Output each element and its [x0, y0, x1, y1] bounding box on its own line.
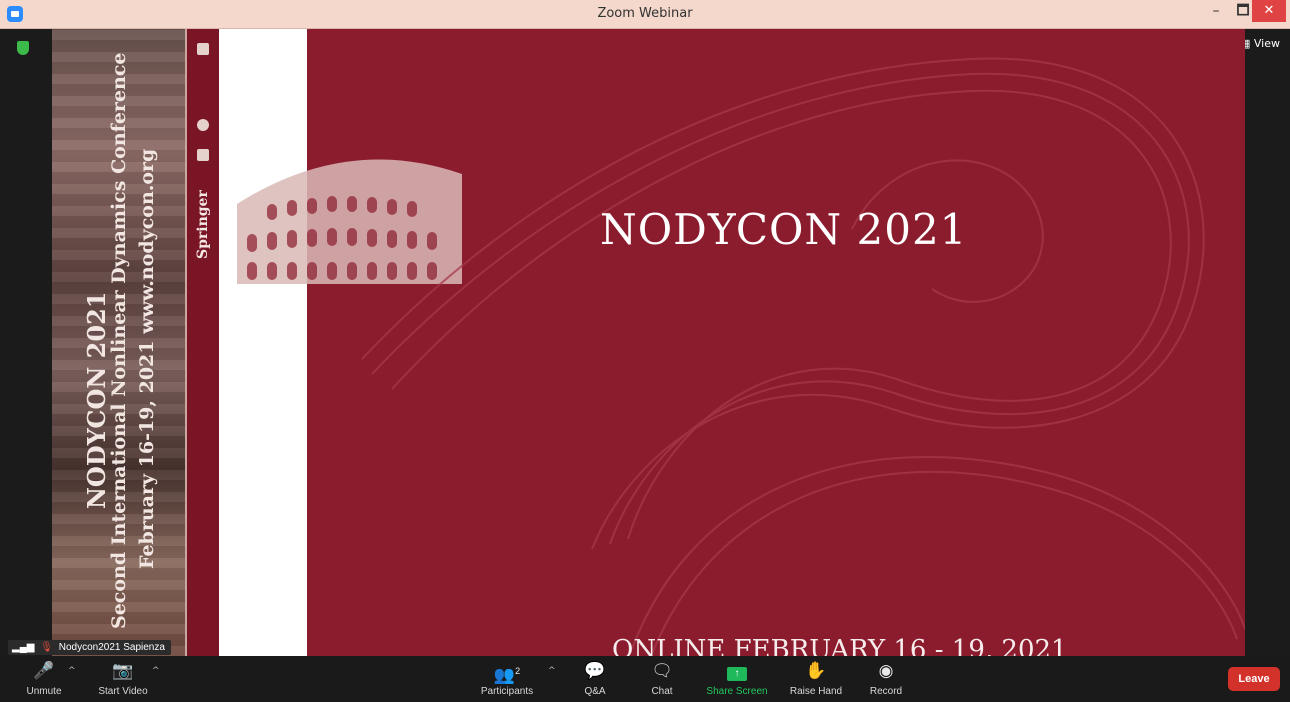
sponsor-logo-icon	[197, 43, 209, 55]
qa-button[interactable]: 💬 Q&A	[578, 660, 612, 697]
sponsor-name: Springer	[195, 190, 211, 259]
shared-screen-stage: ▦ View NODYCON 2021 Second International…	[0, 29, 1290, 656]
qa-icon: 💬	[584, 661, 606, 680]
vertical-line-2: Second International Nonlinear Dynamics …	[108, 52, 130, 629]
sponsor-logo-icon	[197, 149, 209, 161]
unmute-button[interactable]: 🎤 Unmute	[22, 660, 66, 697]
slide-title: NODYCON 2021	[600, 205, 968, 254]
security-shield-icon[interactable]	[17, 41, 29, 55]
qa-label: Q&A	[584, 686, 606, 697]
share-screen-button[interactable]: ↑ Share Screen	[703, 660, 771, 697]
minimize-button[interactable]: –	[1202, 0, 1230, 22]
view-label: View	[1253, 37, 1280, 50]
record-icon: ◉	[878, 661, 894, 680]
participants-button[interactable]: 👥2 Participants	[477, 660, 537, 697]
close-button[interactable]: ✕	[1252, 0, 1286, 22]
video-options-chevron-icon[interactable]: ^	[152, 666, 160, 676]
participant-name: Nodycon2021 Sapienza	[58, 642, 165, 653]
participants-icon: 👥2	[493, 665, 521, 685]
start-video-label: Start Video	[98, 686, 148, 697]
share-screen-icon: ↑	[703, 660, 771, 682]
share-screen-label: Share Screen	[706, 686, 768, 697]
leave-button[interactable]: Leave	[1228, 667, 1280, 691]
university-seal-icon	[197, 119, 209, 131]
unmute-label: Unmute	[26, 686, 62, 697]
participants-label: Participants	[480, 686, 534, 697]
raise-hand-button[interactable]: ✋ Raise Hand	[787, 660, 845, 697]
presentation-slide: NODYCON 2021 Second International Nonlin…	[52, 29, 1245, 656]
vertical-line-1: NODYCON 2021	[82, 291, 111, 509]
participant-name-tag: ▂▄▆ 🎙 Nodycon2021 Sapienza	[8, 640, 171, 655]
view-button[interactable]: ▦ View	[1240, 37, 1280, 50]
raise-hand-icon: ✋	[805, 661, 827, 680]
participants-options-chevron-icon[interactable]: ^	[548, 666, 556, 676]
chat-label: Chat	[651, 686, 673, 697]
signal-strength-icon: ▂▄▆	[12, 642, 35, 653]
muted-mic-icon: 🎙	[40, 642, 53, 653]
white-divider	[219, 29, 307, 656]
window-title: Zoom Webinar	[597, 6, 693, 21]
chat-button[interactable]: 🗨 Chat	[645, 660, 679, 697]
decorative-swirl	[361, 57, 1245, 655]
start-video-button[interactable]: 📷 Start Video	[94, 660, 152, 697]
chat-icon: 🗨	[651, 661, 673, 680]
raise-hand-label: Raise Hand	[789, 686, 843, 697]
window-titlebar: Zoom Webinar – 🗖 ✕	[0, 0, 1290, 29]
vertical-conference-text: NODYCON 2021 Second International Nonlin…	[52, 29, 185, 656]
muted-microphone-icon: 🎤	[33, 661, 55, 680]
record-button[interactable]: ◉ Record	[866, 660, 906, 697]
sponsor-bar: Springer	[185, 29, 221, 656]
meeting-toolbar: 🎤 Unmute ^ 📷 Start Video ^ 👥2 Participan…	[0, 656, 1290, 702]
slide-bottom-text: ONLINE FEBRUARY 16 - 19, 2021	[612, 635, 1068, 656]
participants-count: 2	[515, 666, 521, 676]
vertical-line-3: February 16-19, 2021 www.nodycon.org	[136, 148, 158, 569]
video-off-icon: 📷	[112, 661, 134, 680]
audio-options-chevron-icon[interactable]: ^	[68, 666, 76, 676]
record-label: Record	[869, 686, 903, 697]
